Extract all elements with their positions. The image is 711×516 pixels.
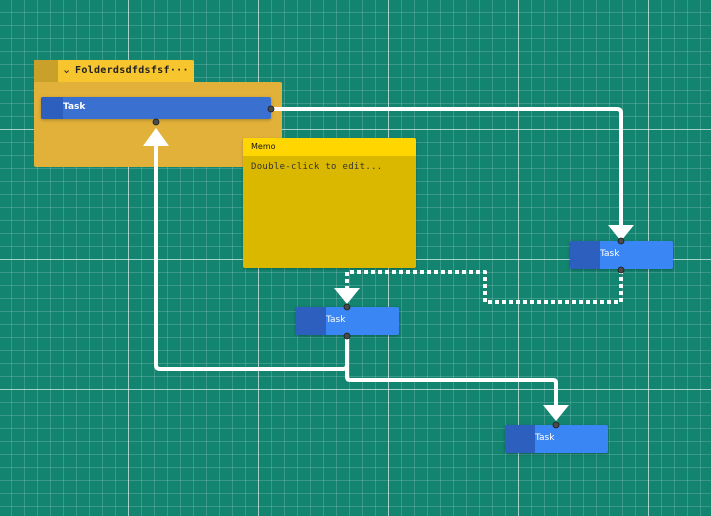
input-port[interactable] (152, 118, 160, 126)
port-layer (152, 105, 625, 429)
input-port[interactable] (552, 421, 560, 429)
workflow-canvas[interactable]: ⌄ Folderdsdfdsfsf··· Memo Double-click t… (0, 0, 711, 516)
output-port[interactable] (617, 266, 625, 274)
input-port[interactable] (343, 303, 351, 311)
input-port[interactable] (617, 237, 625, 245)
output-port[interactable] (267, 105, 275, 113)
output-port[interactable] (343, 332, 351, 340)
